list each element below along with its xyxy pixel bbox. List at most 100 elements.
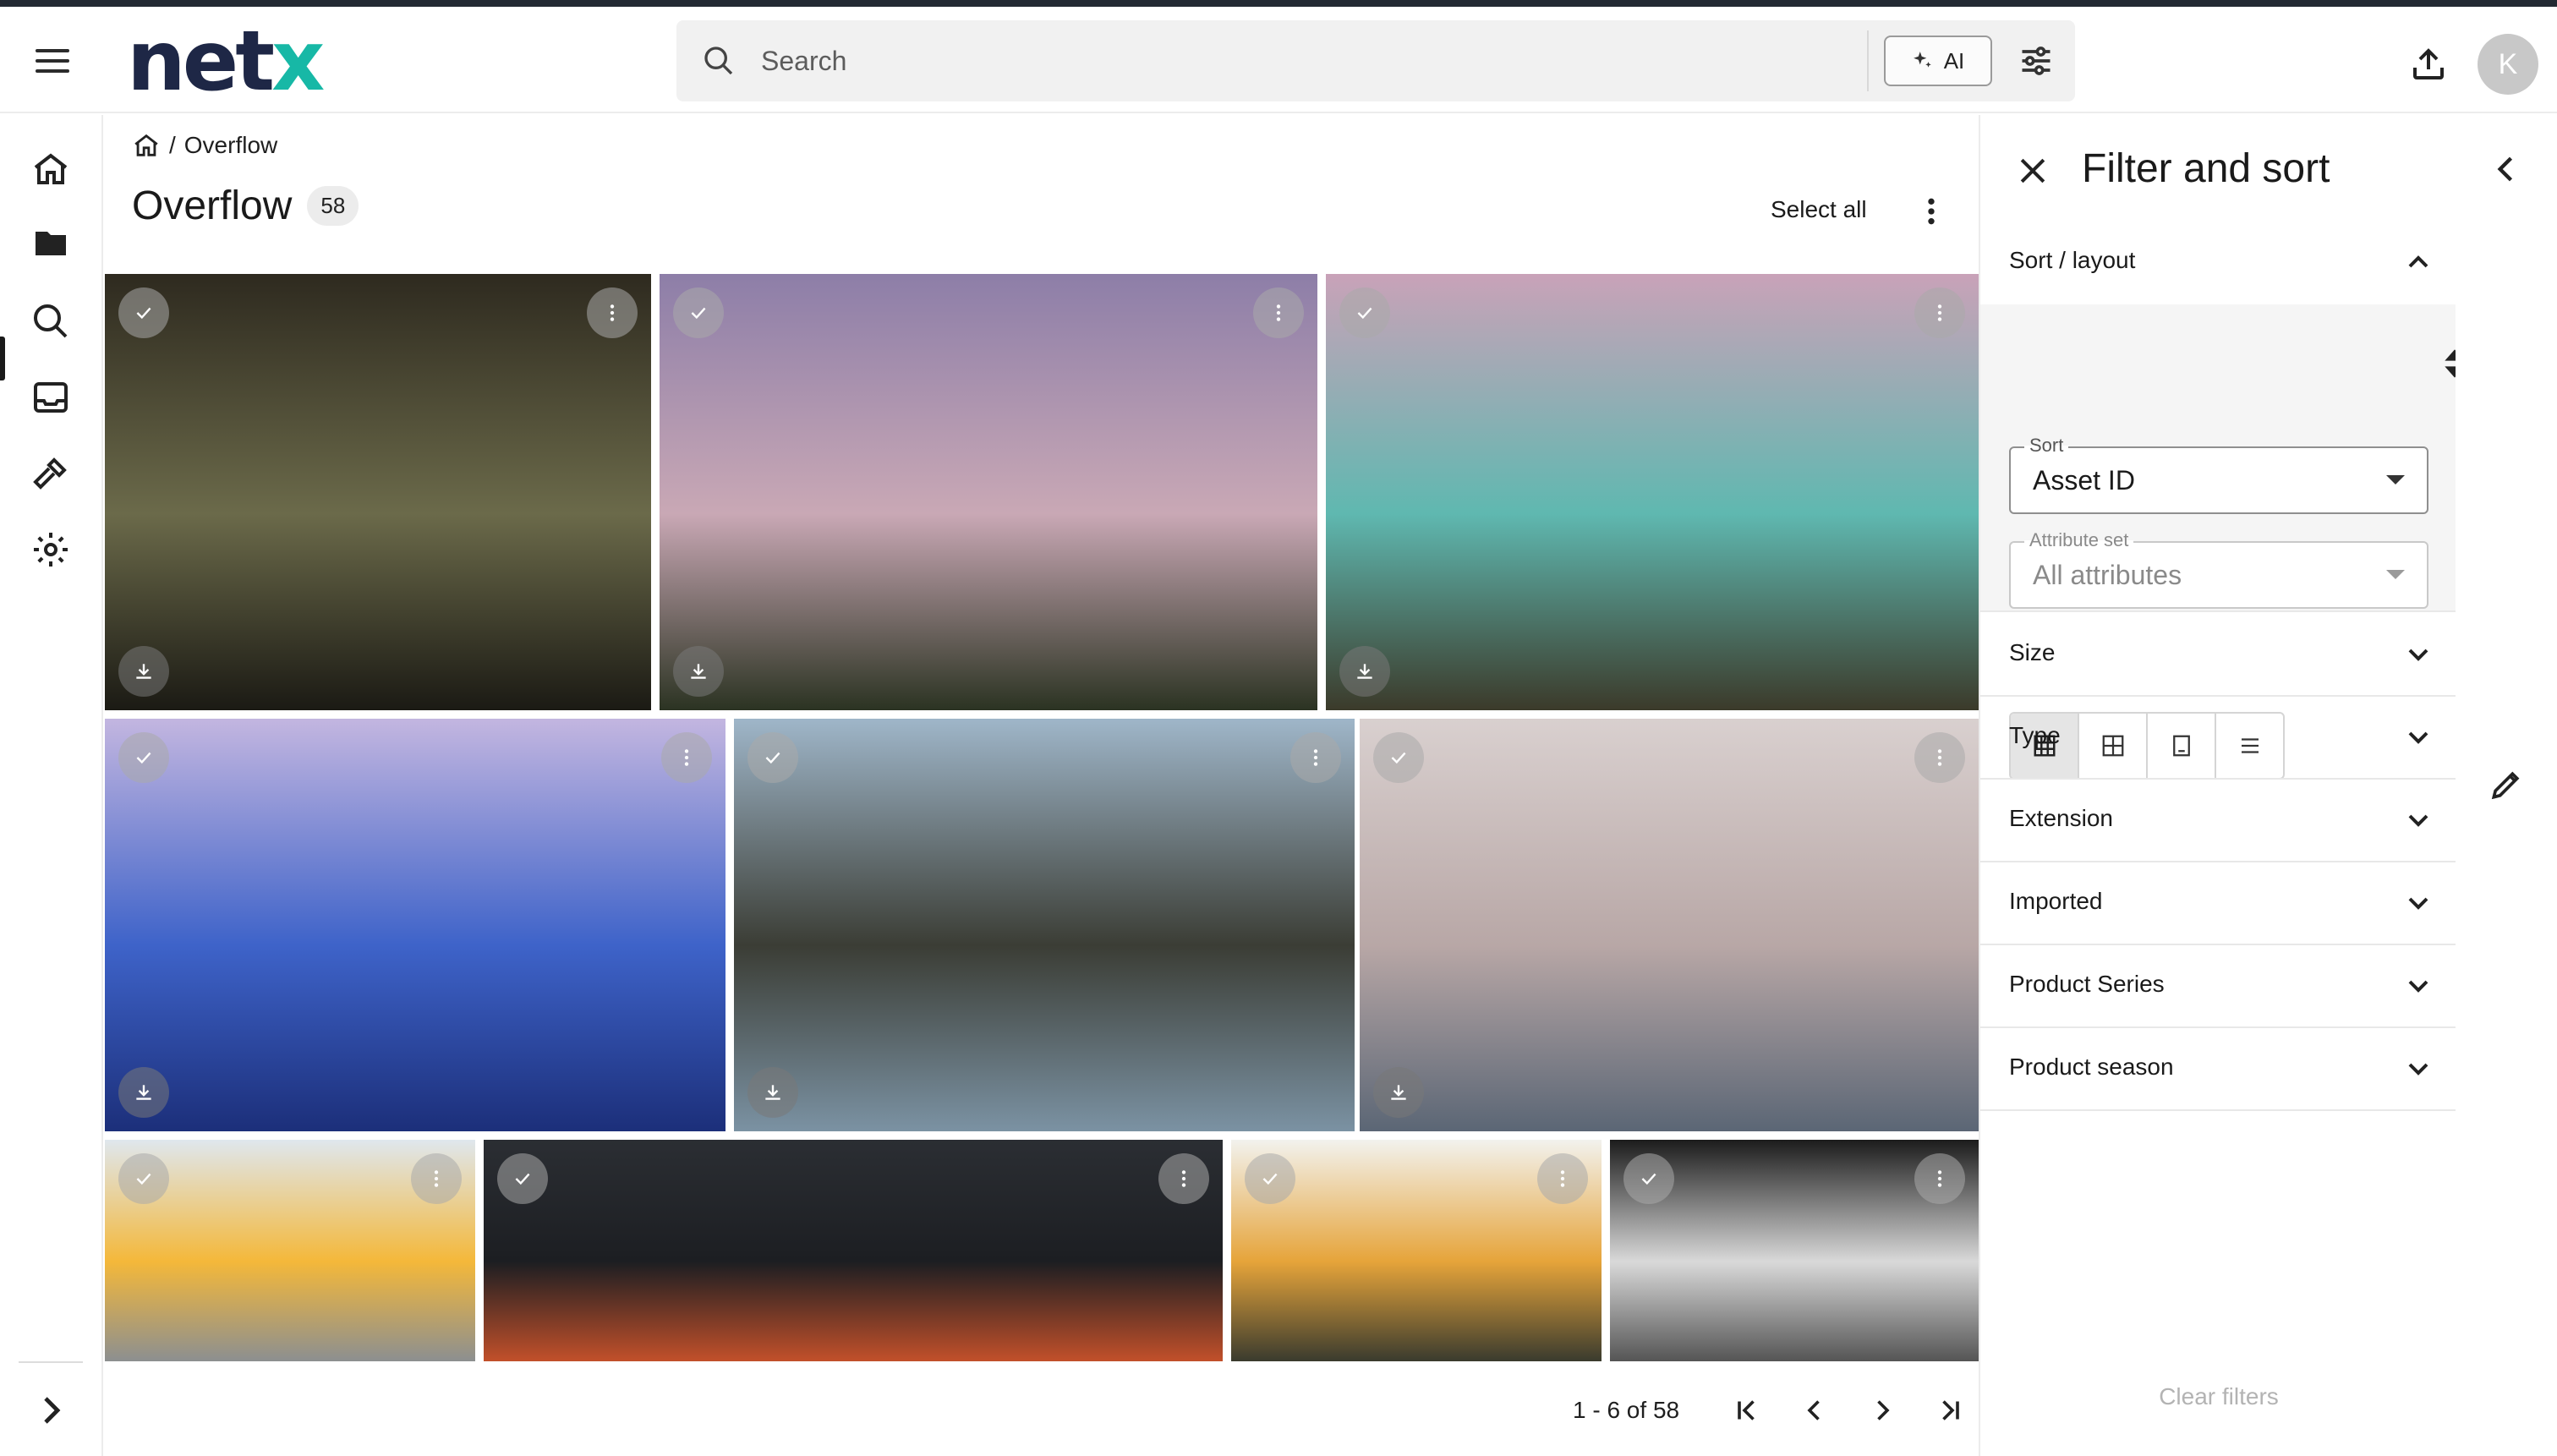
- asset-tile[interactable]: [105, 274, 651, 710]
- home-crumb-icon[interactable]: [132, 131, 161, 160]
- last-page-icon: [1942, 1400, 1959, 1420]
- asset-tile[interactable]: [1610, 1140, 1979, 1361]
- download-icon: [136, 1085, 151, 1100]
- download-icon: [691, 664, 706, 679]
- rail-divider: [19, 1361, 83, 1363]
- last-page-button[interactable]: [1916, 1385, 1984, 1436]
- select-checkbox[interactable]: [747, 732, 798, 783]
- kebab-icon: [1181, 1170, 1186, 1187]
- expand-rail-icon[interactable]: [30, 1390, 71, 1431]
- check-icon: [765, 752, 780, 764]
- upload-icon[interactable]: [2408, 44, 2449, 85]
- select-checkbox[interactable]: [1339, 287, 1390, 338]
- settings-icon[interactable]: [30, 529, 71, 570]
- netx-logo[interactable]: netx: [127, 20, 325, 103]
- asset-tile[interactable]: [484, 1140, 1223, 1361]
- filter-section-product-season[interactable]: Product season: [1980, 1028, 2457, 1111]
- edit-pencil-icon[interactable]: [2488, 766, 2525, 803]
- download-button[interactable]: [673, 646, 724, 697]
- filter-section-label: Type: [2009, 722, 2061, 748]
- filter-section-size[interactable]: Size: [1980, 614, 2457, 697]
- tile-menu-button[interactable]: [1290, 732, 1341, 783]
- menu-icon[interactable]: [32, 42, 73, 83]
- check-icon: [136, 752, 151, 764]
- tile-menu-button[interactable]: [587, 287, 638, 338]
- section-sort-layout[interactable]: Sort / layout: [1980, 222, 2457, 304]
- prev-page-button[interactable]: [1781, 1385, 1848, 1436]
- collapse-panel-icon[interactable]: [2488, 151, 2525, 188]
- filter-section-type[interactable]: Type: [1980, 697, 2457, 780]
- ai-search-button[interactable]: AI: [1884, 36, 1992, 86]
- filter-section-label: Product season: [2009, 1054, 2174, 1080]
- select-checkbox[interactable]: [673, 287, 724, 338]
- dropdown-caret-icon: [2386, 475, 2405, 484]
- next-page-button[interactable]: [1848, 1385, 1916, 1436]
- tile-menu-button[interactable]: [411, 1153, 462, 1204]
- select-checkbox[interactable]: [497, 1153, 548, 1204]
- download-button[interactable]: [118, 1067, 169, 1118]
- filter-section-imported[interactable]: Imported: [1980, 862, 2457, 945]
- select-checkbox[interactable]: [1623, 1153, 1674, 1204]
- inbox-icon[interactable]: [30, 377, 71, 418]
- search-nav-icon[interactable]: [30, 301, 71, 342]
- tile-menu-button[interactable]: [1158, 1153, 1209, 1204]
- asset-tile[interactable]: [1231, 1140, 1602, 1361]
- check-icon: [1391, 752, 1406, 764]
- download-button[interactable]: [1339, 646, 1390, 697]
- title-row: Overflow 58: [132, 183, 359, 229]
- sort-select[interactable]: Sort Asset ID: [2009, 435, 2428, 514]
- first-page-button[interactable]: [1713, 1385, 1781, 1436]
- select-checkbox[interactable]: [118, 732, 169, 783]
- download-button[interactable]: [1373, 1067, 1424, 1118]
- filter-panel-title: Filter and sort: [2082, 146, 2330, 191]
- check-icon: [1641, 1173, 1656, 1185]
- filter-section-extension[interactable]: Extension: [1980, 780, 2457, 862]
- close-icon[interactable]: [2014, 152, 2051, 189]
- attribute-set-select[interactable]: Attribute set All attributes: [2009, 529, 2428, 609]
- tile-menu-button[interactable]: [1914, 287, 1965, 338]
- select-checkbox[interactable]: [1373, 732, 1424, 783]
- asset-tile[interactable]: [105, 719, 725, 1131]
- tools-icon[interactable]: [30, 453, 71, 494]
- chevron-down-icon: [2408, 731, 2428, 744]
- asset-tile[interactable]: [1360, 719, 1979, 1131]
- download-button[interactable]: [747, 1067, 798, 1118]
- select-all-button[interactable]: Select all: [1771, 196, 1867, 223]
- select-checkbox[interactable]: [118, 1153, 169, 1204]
- chevron-down-icon: [2408, 897, 2428, 910]
- asset-tile[interactable]: [660, 274, 1317, 710]
- clear-filters-button[interactable]: Clear filters: [1980, 1383, 2457, 1410]
- search-icon[interactable]: [702, 44, 736, 78]
- search-input[interactable]: [761, 41, 1674, 81]
- select-checkbox[interactable]: [118, 287, 169, 338]
- tile-menu-button[interactable]: [1914, 732, 1965, 783]
- tile-menu-button[interactable]: [1537, 1153, 1588, 1204]
- tile-menu-button[interactable]: [661, 732, 712, 783]
- search-options-icon[interactable]: [2018, 42, 2055, 79]
- tile-menu-button[interactable]: [1253, 287, 1304, 338]
- kebab-icon: [1937, 304, 1942, 321]
- user-avatar[interactable]: K: [2478, 34, 2538, 95]
- first-page-icon: [1738, 1400, 1755, 1420]
- download-button[interactable]: [118, 646, 169, 697]
- select-checkbox[interactable]: [1245, 1153, 1295, 1204]
- sparkle-icon: [1913, 52, 1931, 68]
- chevron-down-icon: [2408, 649, 2428, 661]
- home-icon[interactable]: [30, 149, 71, 189]
- filter-section-product-series[interactable]: Product Series: [1980, 945, 2457, 1028]
- asset-tile[interactable]: [734, 719, 1355, 1131]
- sort-select-label: Sort: [2024, 435, 2069, 457]
- kebab-icon: [684, 749, 689, 766]
- asset-tile[interactable]: [105, 1140, 475, 1361]
- breadcrumb-separator: /: [169, 132, 176, 158]
- chevron-right-icon: [1877, 1400, 1890, 1420]
- tile-menu-button[interactable]: [1914, 1153, 1965, 1204]
- kebab-icon: [1560, 1170, 1565, 1187]
- section-sort-layout-label: Sort / layout: [2009, 247, 2136, 273]
- kebab-icon: [610, 304, 615, 321]
- more-options-icon[interactable]: [1914, 193, 1948, 230]
- asset-tile[interactable]: [1326, 274, 1979, 710]
- folder-icon[interactable]: [30, 223, 71, 264]
- search-bar: AI: [676, 20, 2075, 101]
- check-icon: [1262, 1173, 1278, 1185]
